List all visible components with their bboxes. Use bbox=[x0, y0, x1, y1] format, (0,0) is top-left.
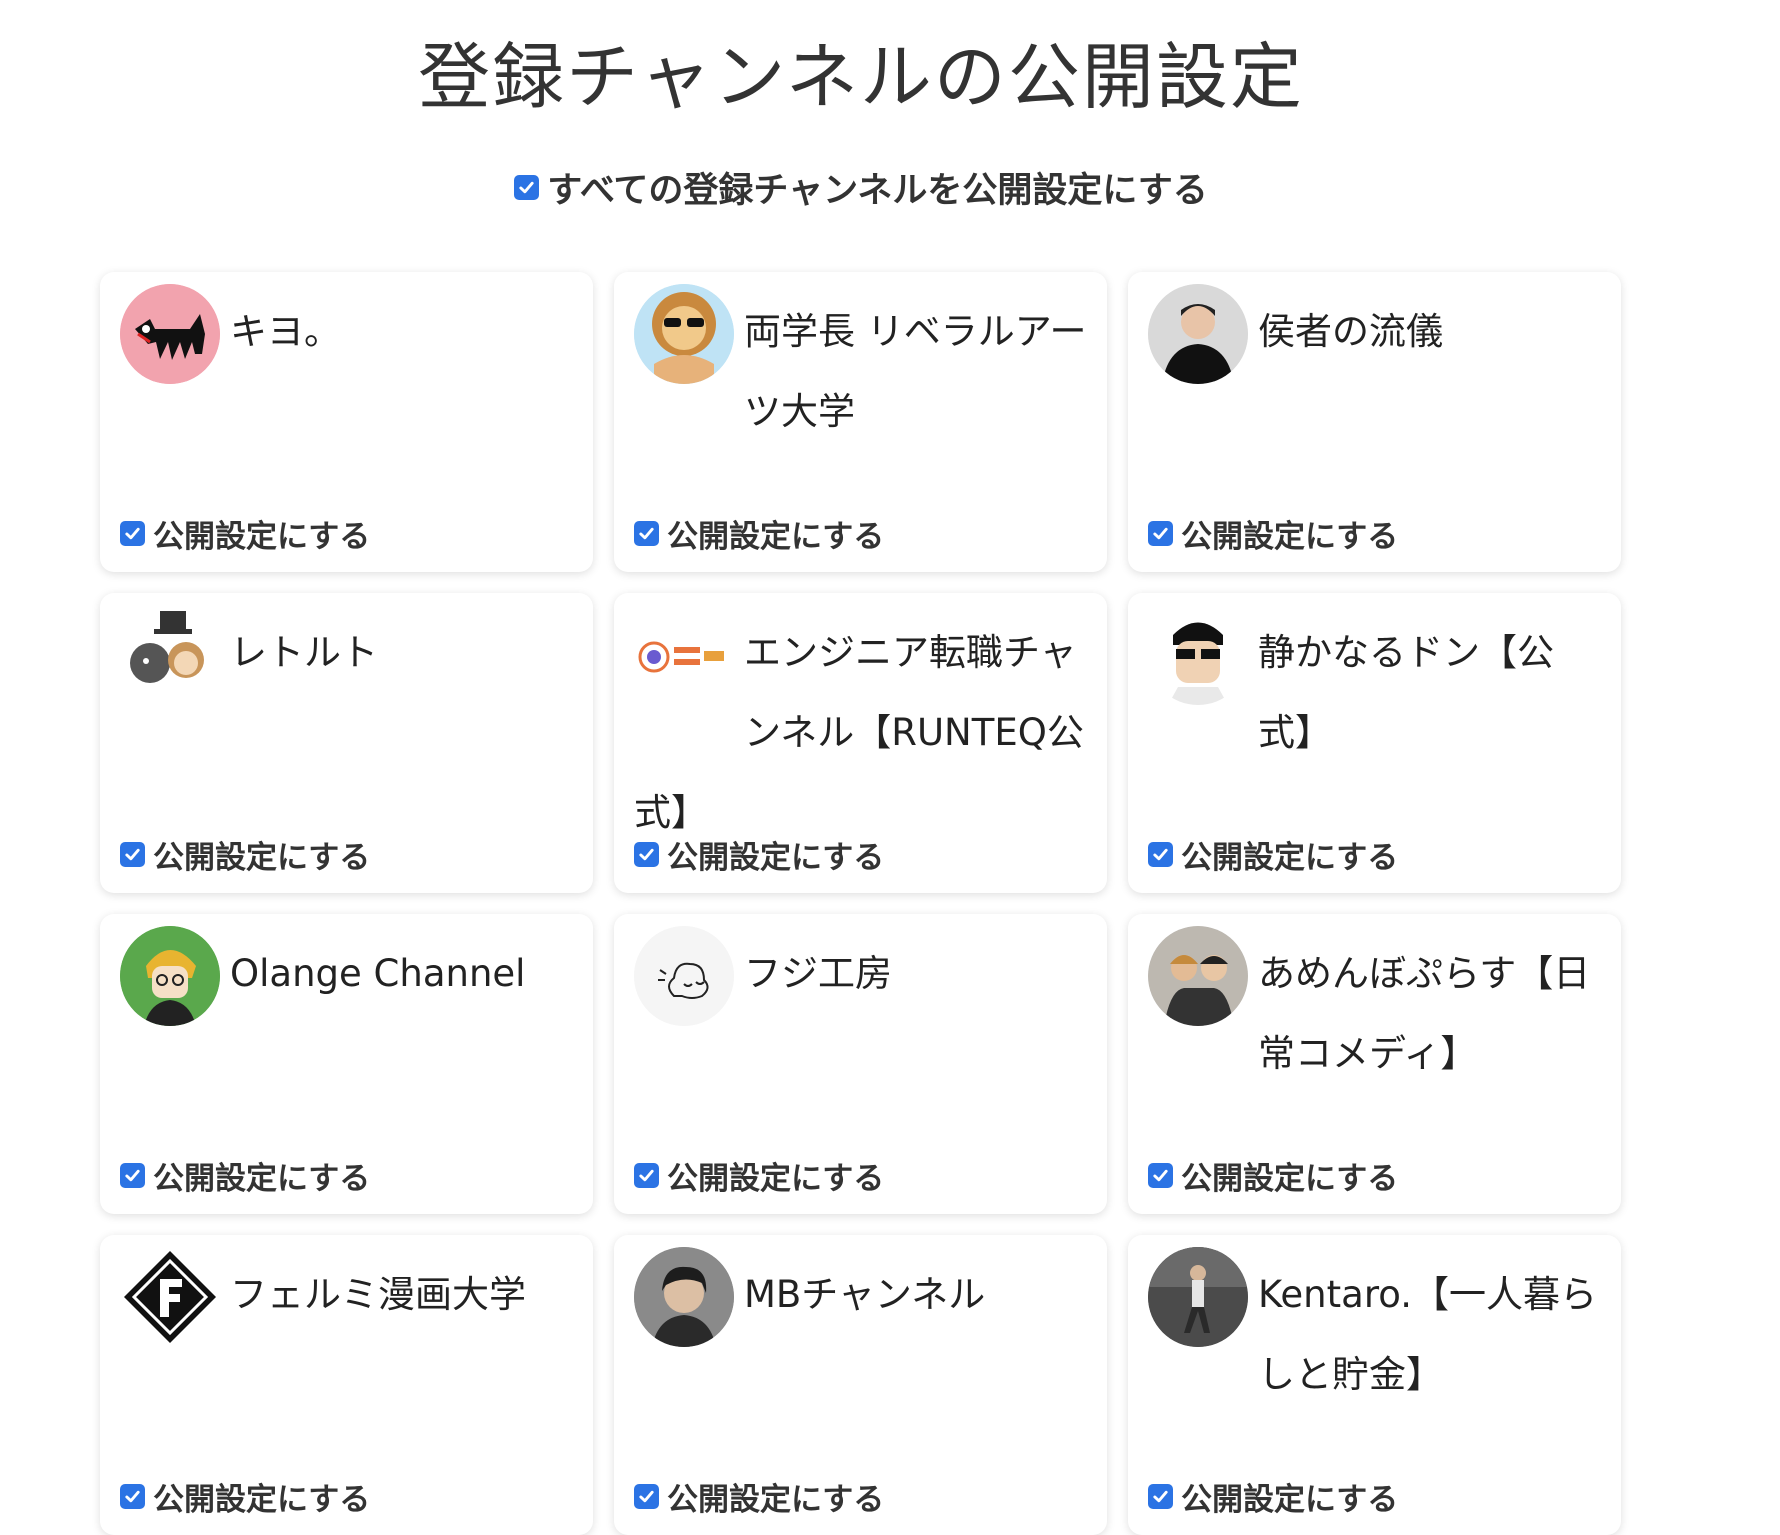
f-logo-avatar-icon bbox=[120, 1247, 220, 1347]
public-checkbox[interactable] bbox=[634, 1484, 659, 1509]
portrait-avatar-icon bbox=[634, 1247, 734, 1347]
channel-card: レトルト 公開設定にする bbox=[100, 593, 593, 893]
channel-card: あめんぼぷらす【日常コメディ】 公開設定にする bbox=[1128, 914, 1621, 1214]
public-checkbox[interactable] bbox=[120, 842, 145, 867]
channel-card: キヨ。 公開設定にする bbox=[100, 272, 593, 572]
channel-name: MBチャンネル bbox=[744, 1273, 986, 1316]
channel-card: 静かなるドン【公式】 公開設定にする bbox=[1128, 593, 1621, 893]
channel-grid: キヨ。 公開設定にする 両学長 リベラルアーツ大学 公開設定にする 侯者の流儀 bbox=[100, 272, 1621, 1535]
public-label: 公開設定にする bbox=[1181, 1482, 1399, 1518]
channel-card: フジ工房 公開設定にする bbox=[614, 914, 1107, 1214]
channel-name: 両学長 リベラルアーツ大学 bbox=[744, 310, 1087, 433]
public-label: 公開設定にする bbox=[1181, 1161, 1399, 1197]
channel-name: レトルト bbox=[230, 631, 378, 674]
channel-name: フェルミ漫画大学 bbox=[230, 1273, 526, 1316]
public-checkbox[interactable] bbox=[1148, 842, 1173, 867]
public-toggle[interactable]: 公開設定にする bbox=[1148, 1153, 1398, 1198]
public-toggle[interactable]: 公開設定にする bbox=[634, 511, 884, 556]
public-checkbox[interactable] bbox=[634, 842, 659, 867]
sketch-avatar-icon bbox=[634, 926, 734, 1026]
public-toggle[interactable]: 公開設定にする bbox=[120, 511, 370, 556]
public-label: 公開設定にする bbox=[667, 840, 885, 876]
select-all-label: すべての登録チャンネルを公開設定にする bbox=[547, 171, 1208, 211]
duo-avatar-icon bbox=[1148, 926, 1248, 1026]
anime-avatar-icon bbox=[120, 926, 220, 1026]
street-avatar-icon bbox=[1148, 1247, 1248, 1347]
public-checkbox[interactable] bbox=[120, 521, 145, 546]
channel-name: 静かなるドン【公式】 bbox=[1258, 631, 1554, 754]
channel-name: フジ工房 bbox=[744, 952, 892, 995]
public-label: 公開設定にする bbox=[153, 1161, 371, 1197]
public-label: 公開設定にする bbox=[667, 1482, 885, 1518]
page-title: 登録チャンネルの公開設定 bbox=[418, 35, 1304, 119]
public-toggle[interactable]: 公開設定にする bbox=[1148, 1474, 1398, 1519]
person-avatar-icon bbox=[1148, 284, 1248, 384]
public-toggle[interactable]: 公開設定にする bbox=[1148, 832, 1398, 877]
channel-name: 侯者の流儀 bbox=[1258, 310, 1443, 353]
public-toggle[interactable]: 公開設定にする bbox=[120, 1474, 370, 1519]
channel-name: あめんぼぷらす【日常コメディ】 bbox=[1258, 952, 1591, 1075]
channel-card: 侯者の流儀 公開設定にする bbox=[1128, 272, 1621, 572]
public-toggle[interactable]: 公開設定にする bbox=[120, 832, 370, 877]
select-all-checkbox[interactable] bbox=[514, 175, 540, 200]
channel-name: Kentaro.【一人暮らしと貯金】 bbox=[1258, 1273, 1597, 1396]
select-all-toggle[interactable]: すべての登録チャンネルを公開設定にする bbox=[0, 162, 1722, 213]
channel-card: MBチャンネル 公開設定にする bbox=[614, 1235, 1107, 1535]
public-checkbox[interactable] bbox=[1148, 1163, 1173, 1188]
characters-avatar-icon bbox=[120, 605, 220, 705]
public-label: 公開設定にする bbox=[1181, 840, 1399, 876]
channel-card: フェルミ漫画大学 公開設定にする bbox=[100, 1235, 593, 1535]
channel-card: Kentaro.【一人暮らしと貯金】 公開設定にする bbox=[1128, 1235, 1621, 1535]
public-label: 公開設定にする bbox=[1181, 519, 1399, 555]
public-toggle[interactable]: 公開設定にする bbox=[634, 1153, 884, 1198]
public-label: 公開設定にする bbox=[153, 840, 371, 876]
manga-face-avatar-icon bbox=[1148, 605, 1248, 705]
channel-card: Olange Channel 公開設定にする bbox=[100, 914, 593, 1214]
public-label: 公開設定にする bbox=[667, 519, 885, 555]
public-label: 公開設定にする bbox=[667, 1161, 885, 1197]
channel-name: Olange Channel bbox=[230, 952, 526, 995]
public-toggle[interactable]: 公開設定にする bbox=[634, 832, 884, 877]
public-label: 公開設定にする bbox=[153, 1482, 371, 1518]
lion-avatar-icon bbox=[634, 284, 734, 384]
public-checkbox[interactable] bbox=[120, 1163, 145, 1188]
public-label: 公開設定にする bbox=[153, 519, 371, 555]
cat-avatar-icon bbox=[120, 284, 220, 384]
runteq-avatar-icon bbox=[634, 605, 734, 705]
public-toggle[interactable]: 公開設定にする bbox=[1148, 511, 1398, 556]
public-checkbox[interactable] bbox=[1148, 1484, 1173, 1509]
public-toggle[interactable]: 公開設定にする bbox=[634, 1474, 884, 1519]
public-checkbox[interactable] bbox=[634, 521, 659, 546]
public-checkbox[interactable] bbox=[634, 1163, 659, 1188]
public-checkbox[interactable] bbox=[120, 1484, 145, 1509]
public-toggle[interactable]: 公開設定にする bbox=[120, 1153, 370, 1198]
channel-card: 両学長 リベラルアーツ大学 公開設定にする bbox=[614, 272, 1107, 572]
channel-card: エンジニア転職チャンネル【RUNTEQ公式】 公開設定にする bbox=[614, 593, 1107, 893]
channel-name: キヨ。 bbox=[230, 310, 341, 353]
public-checkbox[interactable] bbox=[1148, 521, 1173, 546]
